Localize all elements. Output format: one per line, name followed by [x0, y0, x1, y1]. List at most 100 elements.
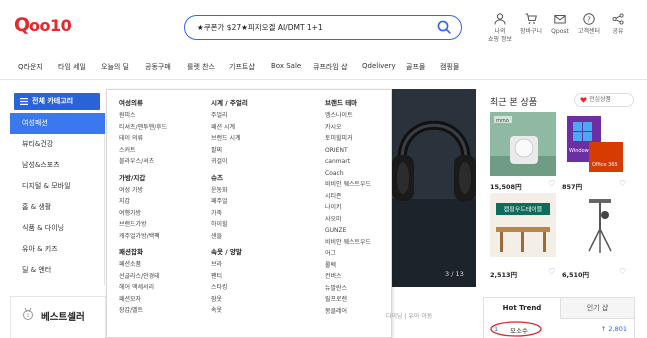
nav-item-time-sale[interactable]: 타임 세일 [58, 62, 86, 72]
dropdown-link[interactable]: 패주얼 [211, 196, 303, 208]
dropdown-link[interactable]: 캐주얼가방/백팩 [119, 231, 211, 243]
dropdown-heading[interactable]: 가방/지갑 [119, 173, 211, 183]
brand-link[interactable]: canmart [325, 156, 417, 168]
dropdown-link[interactable]: 블라우스/셔츠 [119, 156, 211, 168]
category-item-beauty[interactable]: 뷰티&건강 [10, 134, 105, 155]
brand-link[interactable]: 엠스나이트 [325, 110, 417, 122]
brand-link[interactable]: ORIENT [325, 145, 417, 157]
category-item-digital[interactable]: 디지털 & 모바일 [10, 176, 105, 197]
dropdown-heading[interactable]: 여성의류 [119, 98, 211, 108]
brand-link[interactable]: 비비안 웨스트우드 [325, 179, 417, 191]
wishlist-heart-icon[interactable]: ♡ [548, 179, 555, 188]
dropdown-link[interactable]: 운동화 [211, 185, 303, 197]
dropdown-link[interactable]: 주얼리 [211, 110, 303, 122]
qoo10-logo[interactable]: Q oo10 [14, 13, 76, 35]
dropdown-link[interactable]: 브랜드 시계 [211, 133, 303, 145]
brand-link[interactable]: 비비안 웨스트우드 [325, 237, 417, 249]
nav-item-golf-mall[interactable]: 골프몰 [406, 62, 425, 72]
dropdown-link[interactable]: 장갑/벨트 [119, 305, 211, 317]
category-item-food[interactable]: 식품 & 다이닝 [10, 218, 105, 239]
nav-item-gift-shop[interactable]: 기프트샵 [229, 62, 255, 72]
dropdown-link[interactable]: 속옷 [211, 305, 303, 317]
brand-link[interactable]: 컨버스 [325, 271, 417, 283]
nav-item-camping-mall[interactable]: 캠핑몰 [440, 62, 459, 72]
dropdown-link[interactable]: 귀걸이 [211, 156, 303, 168]
product-brand-text-2: Office 365 [592, 162, 618, 168]
logo-graphic: Q oo10 [14, 14, 72, 35]
dropdown-heading[interactable]: 브랜드 테마 [325, 98, 417, 108]
dropdown-link[interactable]: 패션모자 [119, 294, 211, 306]
brand-link[interactable]: 사오미 [325, 214, 417, 226]
bestseller-filter[interactable]: 다이닝 | 유아 아동 [386, 311, 432, 320]
category-item-deal-enter[interactable]: 딜 & 엔터 [10, 260, 105, 281]
dropdown-heading[interactable]: 슈즈 [211, 173, 303, 183]
nav-item-today-deal[interactable]: 오늘의 딜 [101, 62, 129, 72]
dropdown-link[interactable]: 샌들 [211, 231, 303, 243]
nav-item-group-buy[interactable]: 공동구매 [145, 62, 171, 72]
nav-item-roulette[interactable]: 룰렛 찬스 [187, 62, 215, 72]
dropdown-link[interactable]: 패션 시계 [211, 122, 303, 134]
category-item-home[interactable]: 홈 & 생활 [10, 197, 105, 218]
product-image-tripod [561, 193, 627, 257]
dropdown-link[interactable]: 지갑 [119, 196, 211, 208]
dropdown-link[interactable]: 팔찌 [211, 145, 303, 157]
dropdown-heading[interactable]: 시계 / 주얼리 [211, 98, 303, 108]
nav-item-qprime-shop[interactable]: 큐프라임 샵 [313, 62, 347, 72]
customer-center-button[interactable]: ? 고객센터 [574, 13, 604, 47]
dropdown-link[interactable]: 티셔츠/맨투맨/후드 [119, 122, 211, 134]
dropdown-link[interactable]: 하이힐 [211, 219, 303, 231]
dropdown-link[interactable]: 팬티 [211, 271, 303, 283]
nav-item-box-sale[interactable]: Box Sale [271, 62, 301, 70]
brand-link[interactable]: 릴프로렌 [325, 294, 417, 306]
recent-product-4[interactable] [561, 193, 627, 257]
dropdown-link[interactable]: 여성 가방 [119, 185, 211, 197]
recent-product-3[interactable]: 캠핑우드테이블 [490, 193, 556, 257]
tab-hot-trend[interactable]: Hot Trend [484, 298, 560, 319]
dropdown-heading[interactable]: 속옷 / 양말 [211, 247, 303, 257]
category-item-kids[interactable]: 유아 & 키즈 [10, 239, 105, 260]
search-icon[interactable] [437, 20, 451, 34]
dropdown-link[interactable]: 테이 의류 [119, 133, 211, 145]
category-item-men-sports[interactable]: 남성&스포츠 [10, 155, 105, 176]
recent-product-1[interactable]: mmo [490, 112, 556, 176]
all-categories-button[interactable]: 전체 카테고리 [14, 93, 100, 110]
brand-link[interactable]: 나이키 [325, 202, 417, 214]
brand-link[interactable]: Coach [325, 168, 417, 180]
brand-link[interactable]: 시티즌 [325, 191, 417, 203]
trend-row[interactable]: 1 모소수 ↑ 2,801 [485, 321, 633, 337]
brand-link[interactable]: 롤렉 [325, 260, 417, 272]
search-input[interactable] [197, 20, 427, 35]
nav-item-qdelivery[interactable]: Qdelivery [362, 62, 396, 70]
dropdown-heading[interactable]: 패션잡화 [119, 247, 211, 257]
dropdown-link[interactable]: 헤어 액세서리 [119, 282, 211, 294]
brand-link[interactable]: 어그 [325, 248, 417, 260]
dropdown-link[interactable]: 잠옷 [211, 294, 303, 306]
dropdown-link[interactable]: 스커트 [119, 145, 211, 157]
favorites-button[interactable]: 관심상품 [574, 93, 634, 107]
category-item-women-fashion[interactable]: 여성패션 [10, 113, 105, 134]
share-button[interactable]: 공유 [606, 13, 630, 47]
dropdown-link[interactable]: 스타킹 [211, 282, 303, 294]
wishlist-heart-icon[interactable]: ♡ [619, 179, 626, 188]
my-shopping-info-button[interactable]: 나의 쇼핑 정보 [484, 13, 516, 47]
tab-popular-shop[interactable]: 인기 샵 [560, 298, 634, 319]
qpost-button[interactable]: Qpost [546, 13, 574, 47]
dropdown-link[interactable]: 브라 [211, 259, 303, 271]
recent-product-2[interactable]: Windows 10 Pro Office 365 [561, 112, 627, 176]
nav-item-qlounge[interactable]: Q라운지 [18, 62, 43, 72]
search-box[interactable] [184, 15, 462, 40]
dropdown-link[interactable]: 여행가방 [119, 208, 211, 220]
brand-link[interactable]: 토미힐피거 [325, 133, 417, 145]
brand-link[interactable]: 뉴발란스 [325, 283, 417, 295]
brand-link[interactable]: GUNZE [325, 225, 417, 237]
brand-link[interactable]: 카시오 [325, 122, 417, 134]
product-brand-text: 캠핑우드테이블 [504, 206, 543, 214]
dropdown-link[interactable]: 원피스 [119, 110, 211, 122]
cart-button[interactable]: 장바구니 [516, 13, 546, 47]
dropdown-link[interactable]: 가죽 [211, 208, 303, 220]
dropdown-link[interactable]: 브랜드가방 [119, 219, 211, 231]
dropdown-link[interactable]: 선글라스/안경테 [119, 271, 211, 283]
wishlist-heart-icon[interactable]: ♡ [619, 267, 626, 276]
wishlist-heart-icon[interactable]: ♡ [548, 267, 555, 276]
dropdown-link[interactable]: 패션소품 [119, 259, 211, 271]
